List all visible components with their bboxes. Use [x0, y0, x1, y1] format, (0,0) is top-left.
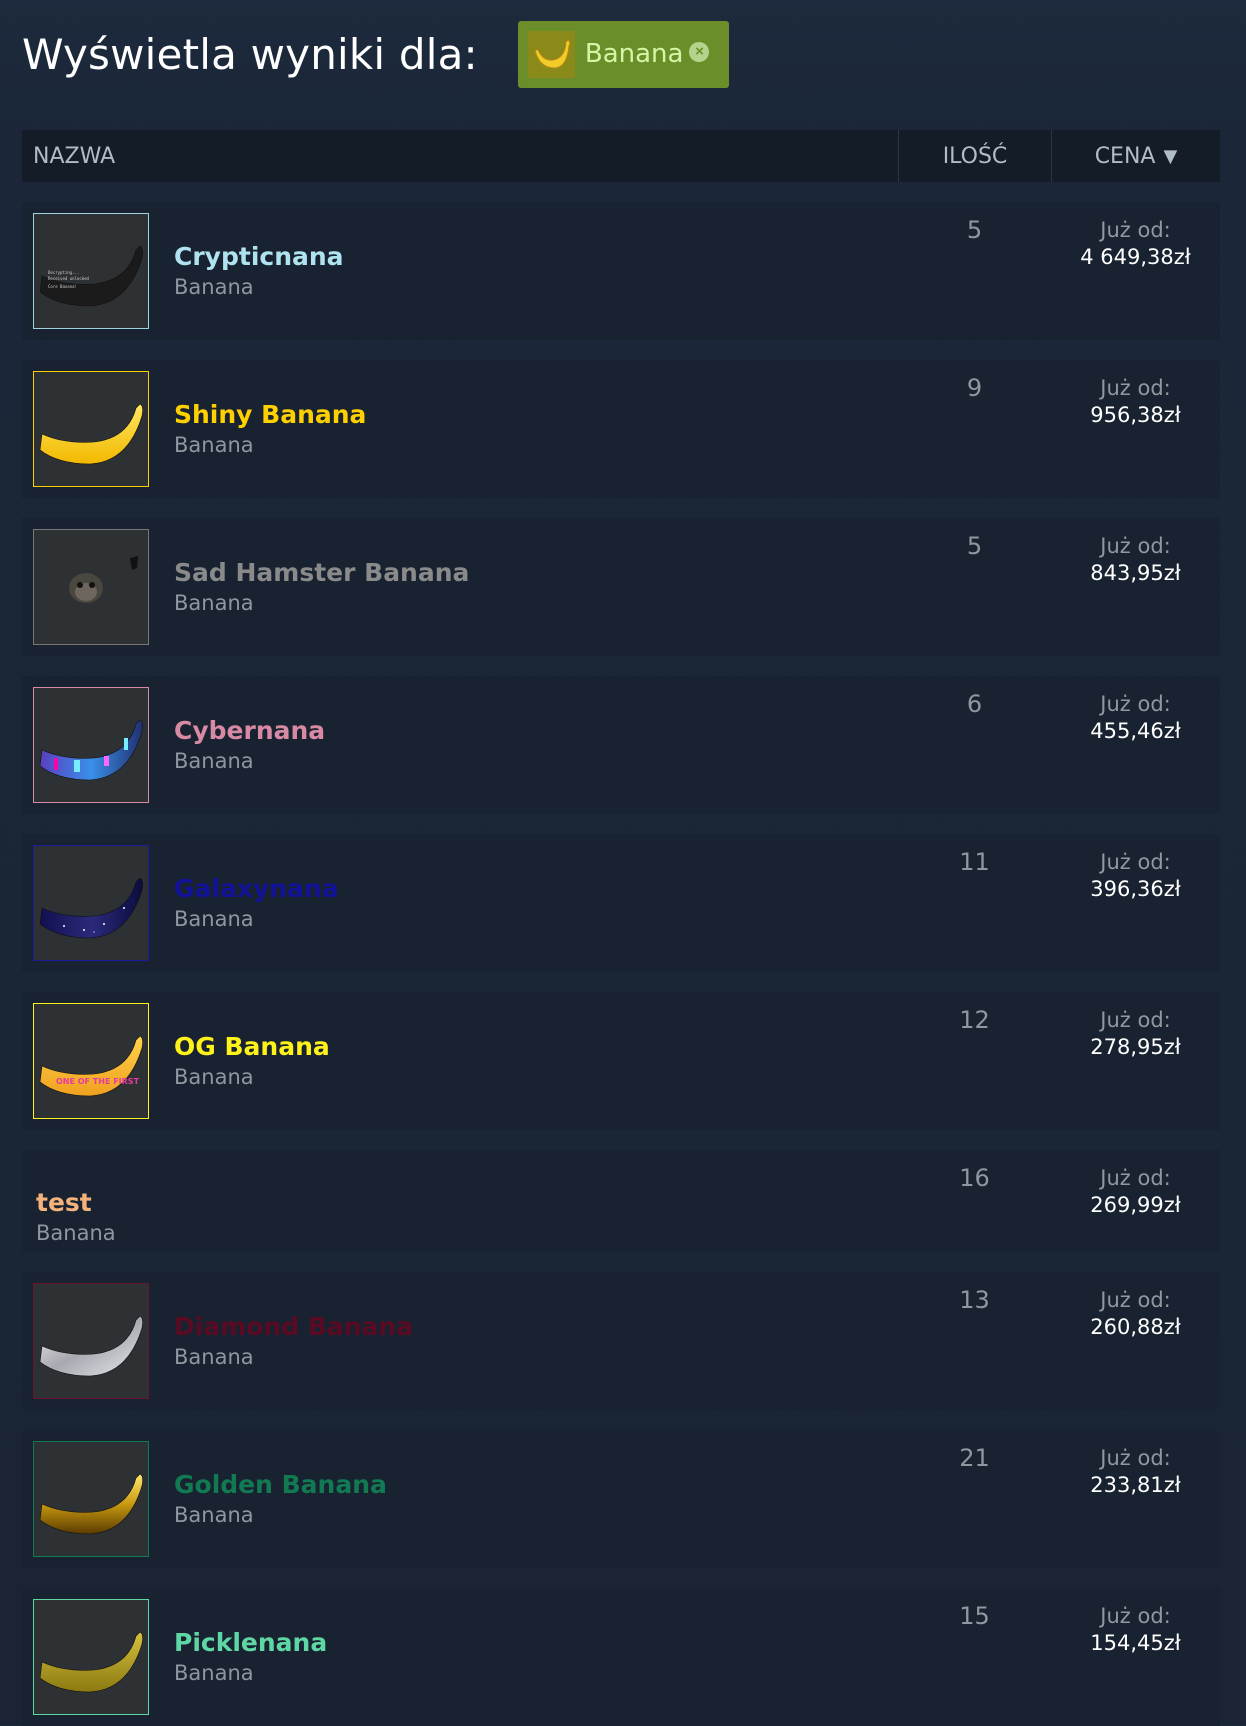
item-type: Banana — [36, 1221, 116, 1245]
svg-text:Received unlocked: Received unlocked — [48, 276, 90, 281]
listing-row-1[interactable]: Decrypting... Received unlocked Core Banan… — [22, 202, 1220, 340]
item-image: Decrypting... Received unlocked Core Banan… — [33, 213, 149, 329]
item-price: 233,81zł — [1090, 1473, 1181, 1497]
item-type: Banana — [174, 907, 254, 931]
item-type: Banana — [174, 591, 254, 615]
item-name[interactable]: Galaxynana — [174, 874, 339, 903]
item-name[interactable]: Shiny Banana — [174, 400, 366, 429]
item-name[interactable]: test — [36, 1188, 92, 1217]
svg-text:Decrypting...: Decrypting... — [48, 270, 79, 275]
item-name[interactable]: Picklenana — [174, 1628, 327, 1657]
results-header: Wyświetla wyniki dla: Banana × — [22, 20, 730, 88]
item-name[interactable]: OG Banana — [174, 1032, 330, 1061]
column-header-quantity[interactable]: ILOŚĆ — [898, 130, 1051, 182]
column-header-name[interactable]: NAZWA — [22, 130, 898, 182]
column-header-price-label: CENA — [1094, 143, 1156, 169]
table-header: NAZWA ILOŚĆ CENA ▼ — [22, 130, 1220, 182]
sort-down-icon: ▼ — [1163, 145, 1178, 167]
item-type: Banana — [174, 275, 254, 299]
listing-row-3[interactable]: Sad Hamster Banana Banana 5 Już od: 843,… — [22, 518, 1220, 656]
item-image — [33, 371, 149, 487]
item-quantity: 6 — [966, 690, 983, 718]
item-name[interactable]: Diamond Banana — [174, 1312, 413, 1341]
listing-row-5[interactable]: Galaxynana Banana 11 Już od: 396,36zł — [22, 834, 1220, 972]
item-price-label: Już od: — [1100, 1008, 1171, 1032]
item-quantity: 9 — [966, 374, 983, 402]
column-header-name-label: NAZWA — [33, 143, 116, 169]
item-type: Banana — [174, 1345, 254, 1369]
item-price: 4 649,38zł — [1080, 245, 1191, 269]
filter-tag-label: Banana — [584, 39, 684, 69]
listing-row-8[interactable]: Diamond Banana Banana 13 Już od: 260,88z… — [22, 1272, 1220, 1410]
listing-row-9[interactable]: Golden Banana Banana 21 Już od: 233,81zł — [22, 1430, 1220, 1568]
listing-row-6[interactable]: ONE OF THE FIRST OG Banana Banana 12 Już… — [22, 992, 1220, 1130]
item-type: Banana — [174, 749, 254, 773]
item-quantity: 16 — [959, 1164, 990, 1192]
item-quantity: 5 — [966, 216, 983, 244]
item-quantity: 11 — [959, 848, 990, 876]
item-image — [33, 1599, 149, 1715]
item-price: 260,88zł — [1090, 1315, 1181, 1339]
item-price-label: Już od: — [1100, 376, 1171, 400]
item-price-label: Już od: — [1100, 1446, 1171, 1470]
filter-tag[interactable]: Banana × — [517, 20, 730, 88]
item-type: Banana — [174, 1065, 254, 1089]
market-search-page: Wyświetla wyniki dla: Banana × NAZWA ILO… — [0, 0, 1246, 1726]
item-image — [33, 845, 149, 961]
item-price: 396,36zł — [1090, 877, 1181, 901]
listing-row-4[interactable]: Cybernana Banana 6 Już od: 455,46zł — [22, 676, 1220, 814]
svg-text:Core Banana!: Core Banana! — [48, 284, 77, 289]
item-name[interactable]: Crypticnana — [174, 242, 344, 271]
svg-text:ONE OF THE FIRST: ONE OF THE FIRST — [56, 1077, 140, 1086]
item-image — [33, 529, 149, 645]
item-price-label: Już od: — [1100, 218, 1171, 242]
item-price-label: Już od: — [1100, 1166, 1171, 1190]
item-price-label: Już od: — [1100, 1604, 1171, 1628]
item-quantity: 21 — [959, 1444, 990, 1472]
item-name[interactable]: Sad Hamster Banana — [174, 558, 469, 587]
item-image — [33, 1283, 149, 1399]
column-header-price[interactable]: CENA ▼ — [1051, 130, 1220, 182]
item-name[interactable]: Cybernana — [174, 716, 325, 745]
item-price: 455,46zł — [1090, 719, 1181, 743]
item-quantity: 12 — [959, 1006, 990, 1034]
close-circle-icon[interactable]: × — [689, 42, 710, 62]
results-title: Wyświetla wyniki dla: — [22, 29, 478, 79]
column-header-quantity-label: ILOŚĆ — [942, 143, 1008, 169]
item-price-label: Już od: — [1100, 534, 1171, 558]
item-price-label: Już od: — [1100, 1288, 1171, 1312]
banana-icon — [527, 30, 575, 78]
item-type: Banana — [174, 433, 254, 457]
item-type: Banana — [174, 1661, 254, 1685]
item-price: 269,99zł — [1090, 1193, 1181, 1217]
listing-row-2[interactable]: Shiny Banana Banana 9 Już od: 956,38zł — [22, 360, 1220, 498]
item-price: 956,38zł — [1090, 403, 1181, 427]
item-price: 843,95zł — [1090, 561, 1181, 585]
item-quantity: 5 — [966, 532, 983, 560]
item-price-label: Już od: — [1100, 692, 1171, 716]
item-type: Banana — [174, 1503, 254, 1527]
listing-row-10[interactable]: Picklenana Banana 15 Już od: 154,45zł — [22, 1588, 1220, 1726]
item-image — [33, 1441, 149, 1557]
item-name[interactable]: Golden Banana — [174, 1470, 387, 1499]
item-price-label: Już od: — [1100, 850, 1171, 874]
item-price: 278,95zł — [1090, 1035, 1181, 1059]
item-quantity: 15 — [959, 1602, 990, 1630]
item-quantity: 13 — [959, 1286, 990, 1314]
item-price: 154,45zł — [1090, 1631, 1181, 1655]
item-image: ONE OF THE FIRST — [33, 1003, 149, 1119]
listing-row-7[interactable]: test Banana 16 Już od: 269,99zł — [22, 1150, 1220, 1252]
item-image — [33, 687, 149, 803]
